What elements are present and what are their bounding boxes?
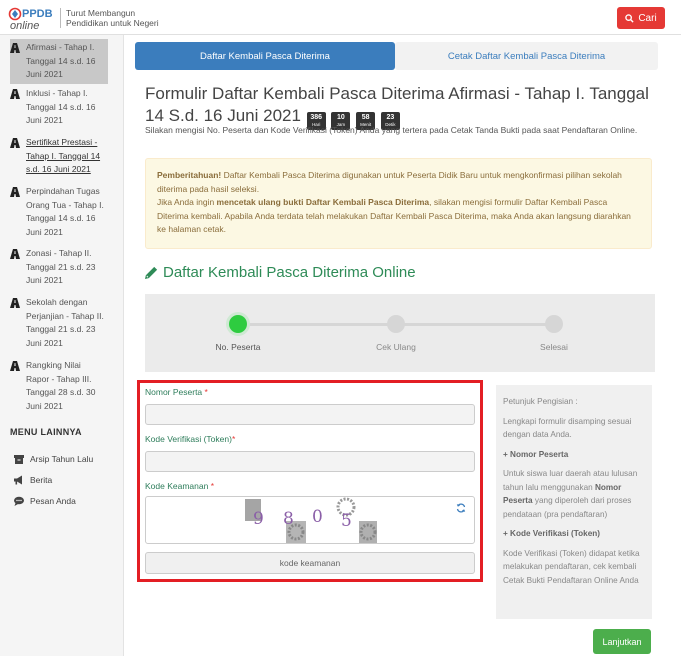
- road-icon: [10, 43, 20, 53]
- section-title-text: Daftar Kembali Pasca Diterima Online: [163, 264, 416, 281]
- step-dot: [545, 315, 563, 333]
- notice-line-2a: Jika Anda ingin: [157, 197, 217, 207]
- label-text: Kode Verifikasi (Token): [145, 434, 232, 444]
- sidebar-item-label: Sekolah dengan Perjanjian - Tahap II. Ta…: [26, 297, 104, 348]
- road-icon: [10, 187, 20, 197]
- sidebar-item-label: Afirmasi - Tahap I. Tanggal 14 s.d. 16 J…: [26, 42, 96, 79]
- menu-item-label: Arsip Tahun Lalu: [30, 454, 94, 464]
- required-mark: *: [210, 481, 215, 491]
- sidebar-item-perpindahan-tugas[interactable]: Perpindahan Tugas Orang Tua - Tahap I. T…: [10, 185, 106, 239]
- pencil-icon: [145, 266, 158, 279]
- kode-verifikasi-input[interactable]: [145, 451, 475, 472]
- tagline-line-2: Pendidikan untuk Negeri: [66, 18, 159, 28]
- step-dot: [387, 315, 405, 333]
- svg-text:PPDB: PPDB: [22, 8, 53, 20]
- road-icon: [10, 249, 20, 259]
- sidebar-item-label: Perpindahan Tugas Orang Tua - Tahap I. T…: [26, 186, 104, 237]
- hint-kode-heading: + Kode Verifikasi (Token): [503, 529, 600, 538]
- sidebar-item-label: Zonasi - Tahap II. Tanggal 21 s.d. 23 Ju…: [26, 248, 96, 285]
- hint-kode-text: Kode Verifikasi (Token) didapat ketika m…: [503, 548, 640, 585]
- sidebar-item-zonasi[interactable]: Zonasi - Tahap II. Tanggal 21 s.d. 23 Ju…: [10, 247, 106, 288]
- captcha-digit: 0: [312, 507, 323, 527]
- main-content: Daftar Kembali Pasca Diterima Cetak Daft…: [124, 35, 681, 656]
- countdown-value: 58: [361, 114, 370, 121]
- sidebar-item-label: Sertifikat Prestasi - Tahap I. Tanggal 1…: [26, 137, 101, 174]
- required-mark: *: [204, 387, 208, 397]
- kode-verifikasi-label: Kode Verifikasi (Token)*: [145, 434, 235, 444]
- sidebar-item-sertifikat-prestasi[interactable]: Sertifikat Prestasi - Tahap I. Tanggal 1…: [10, 136, 106, 177]
- progress-stepper: No. Peserta Cek Ulang Selesai: [145, 294, 655, 372]
- refresh-icon[interactable]: [456, 503, 466, 513]
- countdown-value: 10: [337, 114, 345, 121]
- notice-strong: Pemberitahuan!: [157, 170, 222, 180]
- sidebar-item-afirmasi[interactable]: Afirmasi - Tahap I. Tanggal 14 s.d. 16 J…: [10, 39, 108, 84]
- bullhorn-icon: [14, 475, 22, 485]
- captcha-image: 9 8 0 5: [145, 496, 475, 544]
- menu-lainnya-heading: MENU LAINNYA: [10, 427, 82, 437]
- top-header: PPDB online Turut Membangun Pendidikan u…: [0, 0, 681, 35]
- search-button[interactable]: Cari: [617, 7, 665, 29]
- intro-text: Silakan mengisi No. Peserta dan Kode Ver…: [145, 125, 638, 135]
- road-icon: [10, 89, 20, 99]
- step-label-selesai: Selesai: [540, 342, 568, 352]
- logo-divider: [60, 8, 61, 28]
- tagline-line-1: Turut Membangun: [66, 8, 136, 18]
- required-mark: *: [231, 434, 236, 444]
- label-text: Nomor Peserta: [145, 387, 203, 397]
- step-label-no-peserta: No. Peserta: [215, 342, 261, 352]
- page-title: Formulir Daftar Kembali Pasca Diterima A…: [145, 83, 655, 130]
- sidebar-item-sekolah-perjanjian[interactable]: Sekolah dengan Perjanjian - Tahap II. Ta…: [10, 296, 106, 350]
- sidebar: Afirmasi - Tahap I. Tanggal 14 s.d. 16 J…: [0, 35, 124, 656]
- label-text: Kode Keamanan: [145, 481, 209, 491]
- menu-item-pesan[interactable]: Pesan Anda: [14, 496, 76, 506]
- captcha-digit: 8: [283, 509, 294, 529]
- hint-nomor-heading: + Nomor Peserta: [503, 449, 569, 459]
- countdown-value: 386: [310, 114, 323, 121]
- tab-daftar-kembali[interactable]: Daftar Kembali Pasca Diterima: [135, 42, 395, 70]
- hint-panel: Petunjuk Pengisian : Lengkapi formulir d…: [496, 385, 652, 619]
- archive-icon: [14, 455, 24, 464]
- hint-title: Petunjuk Pengisian :: [503, 397, 578, 406]
- tagline: Turut Membangun Pendidikan untuk Negeri: [66, 8, 159, 28]
- nomor-peserta-label: Nomor Peserta *: [145, 387, 208, 397]
- section-title: Daftar Kembali Pasca Diterima Online: [145, 264, 416, 281]
- lanjutkan-button[interactable]: Lanjutkan: [593, 629, 651, 654]
- sidebar-item-label: Inklusi - Tahap I. Tanggal 14 s.d. 16 Ju…: [26, 88, 96, 125]
- sidebar-item-inklusi[interactable]: Inklusi - Tahap I. Tanggal 14 s.d. 16 Ju…: [10, 87, 106, 128]
- step-label-cek-ulang: Cek Ulang: [376, 342, 416, 352]
- svg-text:online: online: [10, 20, 39, 31]
- hint-nomor-text: Untuk siswa luar daerah atau lulusan tah…: [503, 467, 645, 521]
- kode-keamanan-label: Kode Keamanan *: [145, 481, 214, 491]
- ppdb-logo[interactable]: PPDB online: [8, 5, 60, 31]
- menu-item-arsip[interactable]: Arsip Tahun Lalu: [14, 454, 93, 464]
- step-dot-active: [229, 315, 247, 333]
- road-icon: [10, 138, 20, 148]
- kode-keamanan-input[interactable]: kode keamanan: [145, 552, 475, 574]
- menu-item-berita[interactable]: Berita: [14, 475, 52, 485]
- search-label: Cari: [638, 12, 657, 24]
- chat-icon: [14, 496, 24, 506]
- nomor-peserta-input[interactable]: [145, 404, 475, 425]
- countdown-value: 23: [386, 114, 395, 121]
- notice-line-1: Daftar Kembali Pasca Diterima digunakan …: [157, 170, 622, 194]
- menu-item-label: Berita: [30, 475, 53, 485]
- notice-line-2b: mencetak ulang bukti Daftar Kembali Pasc…: [216, 197, 430, 207]
- road-icon: [10, 361, 20, 371]
- captcha-digit: 5: [341, 511, 352, 531]
- notice-box: Pemberitahuan! Daftar Kembali Pasca Dite…: [145, 158, 652, 249]
- search-icon: [625, 13, 634, 23]
- tab-cetak-daftar-kembali[interactable]: Cetak Daftar Kembali Pasca Diterima: [395, 42, 658, 70]
- sidebar-item-label: Rangking Nilai Rapor - Tahap III. Tangga…: [26, 360, 96, 411]
- captcha-graphic: 9 8 0 5: [245, 497, 377, 543]
- sidebar-item-rangking-nilai[interactable]: Rangking Nilai Rapor - Tahap III. Tangga…: [10, 359, 106, 413]
- captcha-digit: 9: [253, 509, 264, 529]
- menu-item-label: Pesan Anda: [30, 496, 76, 506]
- road-icon: [10, 298, 20, 308]
- hint-text: Lengkapi formulir disamping sesuai denga…: [503, 416, 632, 440]
